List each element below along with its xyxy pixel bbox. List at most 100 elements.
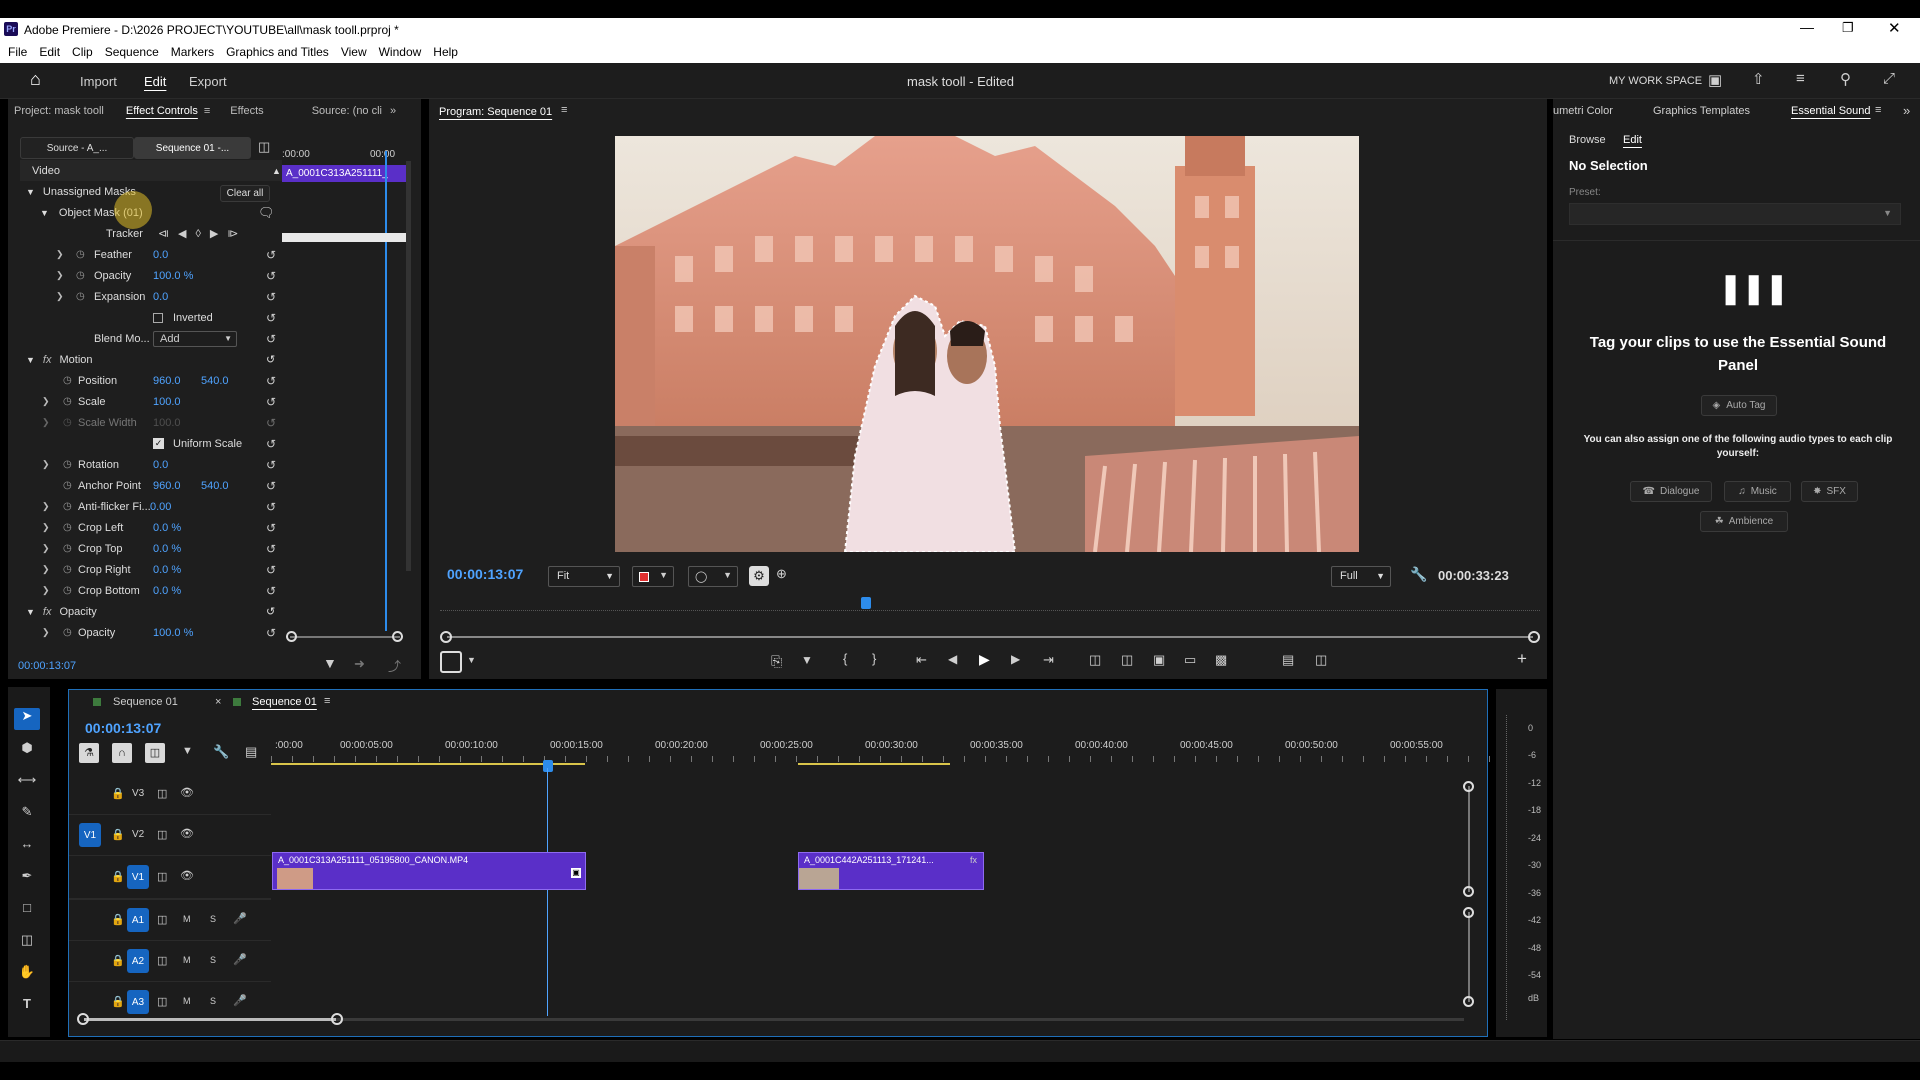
play-audio-icon[interactable]: ➜ [354,656,365,672]
timeline-zoom-thumb[interactable] [84,1018,336,1021]
play-icon[interactable]: ▶ [979,651,990,668]
timeline-settings-icon[interactable]: 🔧 [213,744,229,760]
tab-menu-icon[interactable]: ≡ [324,695,330,707]
antiflicker-value[interactable]: 0.00 [150,501,171,513]
selection-tool-icon[interactable]: ➤ [14,708,40,730]
video-clip-2[interactable]: A_0001C442A251113_171241... fx [798,852,984,890]
time-ruler[interactable]: :00:00 00:00:05:00 00:00:10:00 00:00:15:… [271,740,1511,768]
mask-tool-select[interactable]: ◯ ▼ [688,566,738,587]
subtab-edit[interactable]: Edit [1623,134,1642,146]
rotation-value[interactable]: 0.0 [153,459,168,471]
anchor-y[interactable]: 540.0 [201,480,229,492]
quality-select[interactable]: Full ▼ [1331,566,1391,587]
video-track-scroll[interactable] [1468,786,1470,892]
mark-in-icon[interactable]: { [843,651,847,666]
sync-lock-icon[interactable]: ◫ [157,954,167,967]
reset-icon[interactable]: ↺ [266,500,276,514]
panel-toggle-icon[interactable]: ◫ [258,139,270,155]
generative-extend-icon[interactable]: ◫ [14,932,40,948]
sync-lock-icon[interactable]: ◫ [157,995,167,1008]
tab-effects[interactable]: Effects [230,105,263,117]
timeline-playhead[interactable] [547,768,548,1016]
feather-value[interactable]: 0.0 [153,249,168,261]
restore-icon[interactable]: ❐ [1842,20,1854,36]
video-clip-1[interactable]: A_0001C313A251111_05195800_CANON.MP4 ▣ [272,852,586,890]
minimize-icon[interactable]: — [1800,19,1814,35]
sfx-button[interactable]: ✸ SFX [1801,481,1858,502]
lock-icon[interactable]: 🔒 [111,995,125,1008]
tab-effect-controls[interactable]: Effect Controls [126,105,198,117]
program-playhead[interactable] [861,597,871,609]
more-tabs-icon[interactable]: » [1903,103,1910,118]
sequence-button[interactable]: Sequence 01 -... [134,137,251,159]
step-back-icon[interactable]: ◀ [948,652,957,666]
lift-edit-icon[interactable]: ◫ [1089,652,1101,668]
solo-button[interactable]: S [210,955,216,965]
lock-icon[interactable]: 🔒 [111,954,125,967]
mute-button[interactable]: M [183,914,191,924]
mini-clip-bar[interactable]: A_0001C313A251111_ [282,165,406,182]
close-icon[interactable]: × [215,696,221,708]
step-forward-icon[interactable]: ▶ [1011,652,1020,666]
menu-clip[interactable]: Clip [72,45,93,59]
settings-gear-icon[interactable]: ⚙ [749,566,769,586]
program-menu-icon[interactable]: ≡ [561,104,567,116]
stopwatch-icon[interactable]: ◷ [63,480,72,491]
fullscreen-icon[interactable]: ⤢ [1883,70,1895,87]
menu-lines-icon[interactable]: ≡ [1796,70,1805,87]
scale-value[interactable]: 100.0 [153,396,181,408]
stopwatch-icon[interactable]: ◷ [76,291,85,302]
track-select-icon[interactable]: ⬢ [14,740,40,756]
scroll-handle-icon[interactable] [1463,886,1474,897]
anchor-x[interactable]: 960.0 [153,480,181,492]
stopwatch-icon[interactable]: ◷ [63,396,72,407]
work-area-bar-1[interactable] [271,763,585,765]
collapse-icon[interactable]: ▼ [40,208,49,218]
program-zoom-bar[interactable] [447,636,1533,638]
inverted-checkbox[interactable] [153,312,163,323]
wrench-icon[interactable]: 🔧 [1410,566,1427,583]
mute-button[interactable]: M [183,955,191,965]
mini-playhead[interactable] [385,151,387,631]
lock-icon[interactable]: 🔒 [111,787,125,800]
stopwatch-icon[interactable]: ◷ [63,522,72,533]
stopwatch-icon[interactable]: ◷ [63,564,72,575]
timeline-tab-2[interactable]: Sequence 01 [252,696,317,708]
track-target-v1[interactable]: V1 [127,865,149,889]
insert-overwrite-icon[interactable]: ◫ [145,743,165,763]
solo-button[interactable]: S [210,996,216,1006]
reset-icon[interactable]: ↺ [266,248,276,262]
captions-icon[interactable]: ▤ [245,744,257,760]
expansion-value[interactable]: 0.0 [153,291,168,303]
reset-icon[interactable]: ↺ [266,563,276,577]
preset-select[interactable]: ▼ [1569,203,1901,225]
mute-button[interactable]: M [183,996,191,1006]
mark-out-icon[interactable]: } [872,651,876,666]
work-area-bar-2[interactable] [798,763,950,765]
reset-icon[interactable]: ↺ [266,542,276,556]
lock-icon[interactable]: 🔒 [111,870,125,883]
more-tabs-icon[interactable]: » [390,105,396,117]
menu-graphics[interactable]: Graphics and Titles [226,45,329,59]
hand-tool-icon[interactable]: ✋ [14,964,40,980]
clear-all-button[interactable]: Clear all [220,185,270,202]
close-icon[interactable]: ✕ [1888,19,1901,37]
timeline-timecode[interactable]: 00:00:13:07 [85,720,161,736]
linked-selection-icon[interactable]: ∩ [112,743,132,763]
overlay-color-select[interactable]: ▼ [632,566,674,587]
multi-cam-icon[interactable]: ▩ [1215,652,1227,668]
mask-opacity-value[interactable]: 100.0 % [153,270,193,282]
chevron-down-icon[interactable]: ▼ [467,655,476,665]
collapse-icon[interactable]: ▼ [26,187,35,197]
reset-icon[interactable]: ↺ [266,311,276,325]
reset-icon[interactable]: ↺ [266,626,276,640]
microphone-icon[interactable]: 🎤 [233,912,247,925]
ec-timecode[interactable]: 00:00:13:07 [18,660,76,672]
ripple-edit-icon[interactable]: ⟷ [14,772,40,788]
eye-icon[interactable]: 👁 [180,869,194,882]
reset-icon[interactable]: ↺ [266,353,275,366]
stopwatch-icon[interactable]: ◷ [63,585,72,596]
track-target-a2[interactable]: A2 [127,949,149,973]
track-target-a1[interactable]: A1 [127,908,149,932]
reset-icon[interactable]: ↺ [266,374,276,388]
